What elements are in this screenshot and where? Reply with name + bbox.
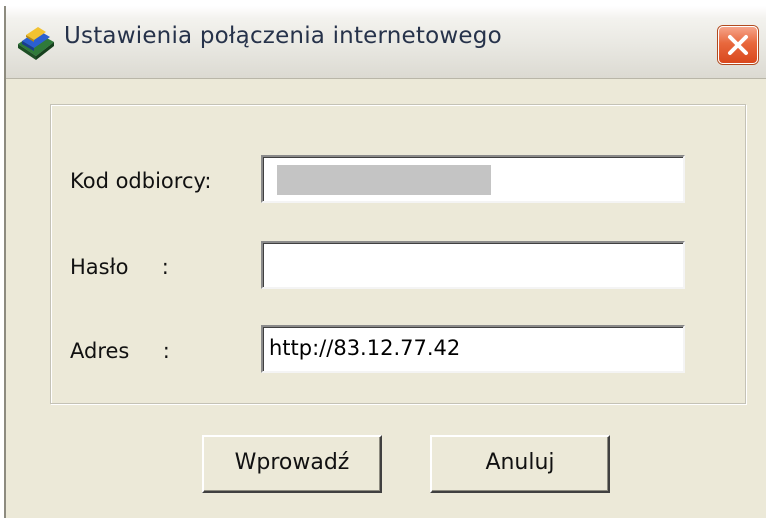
recipient-code-label: Kod odbiorcy: (70, 169, 212, 193)
password-label: Hasło : (70, 255, 169, 279)
cancel-button[interactable]: Anuluj (430, 435, 610, 493)
redacted-value (277, 165, 491, 195)
dialog-window: Ustawienia połączenia internetowego Kod … (4, 6, 766, 518)
window-title: Ustawienia połączenia internetowego (64, 23, 502, 49)
recipient-code-field[interactable] (261, 155, 685, 203)
close-button[interactable] (718, 26, 758, 64)
connection-book-icon (14, 24, 58, 64)
submit-button[interactable]: Wprowadź (202, 435, 382, 493)
address-field[interactable]: http://83.12.77.42 (261, 325, 685, 373)
address-label: Adres : (70, 339, 170, 363)
address-value: http://83.12.77.42 (269, 336, 461, 360)
password-field[interactable] (261, 241, 685, 289)
title-bar[interactable]: Ustawienia połączenia internetowego (6, 6, 766, 79)
